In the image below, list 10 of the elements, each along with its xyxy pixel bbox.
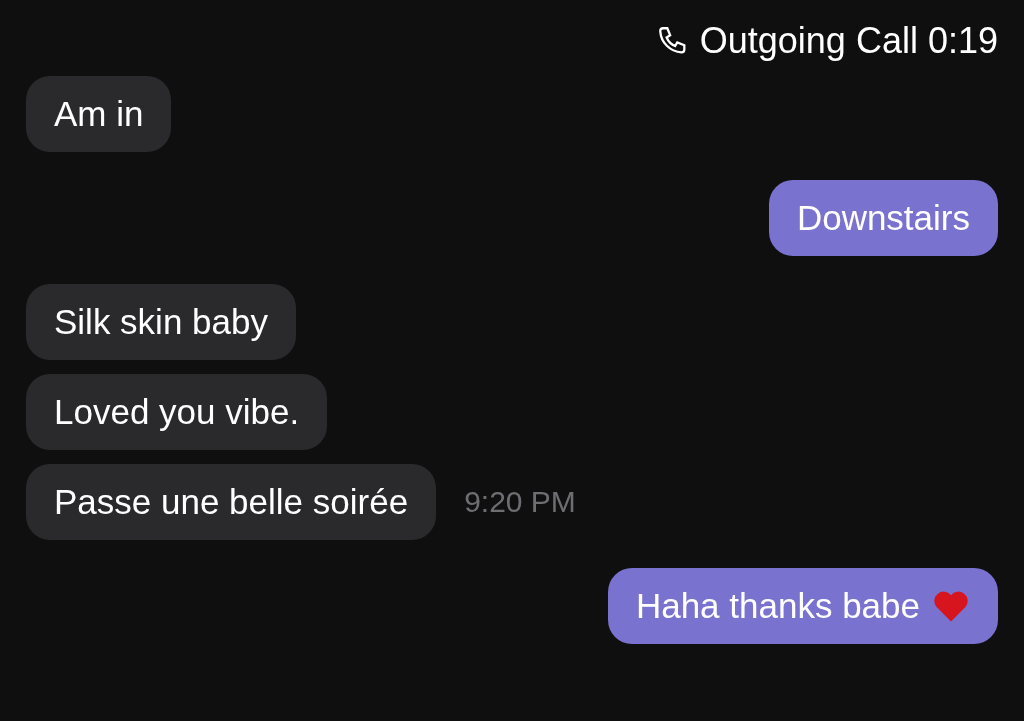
message-bubble: Haha thanks babe [607, 568, 998, 644]
message-bubble: Silk skin baby [26, 284, 296, 360]
message-bubble: Downstairs [768, 180, 998, 256]
message-time: 9:20 PM [464, 485, 576, 519]
message-bubble: Passe une belle soirée [26, 464, 437, 540]
heart-icon [932, 589, 970, 623]
call-label: Outgoing Call [699, 20, 918, 62]
message-bubble: Am in [26, 76, 172, 152]
call-duration: 0:19 [927, 20, 998, 62]
message-bubble: Loved you vibe. [26, 374, 328, 450]
